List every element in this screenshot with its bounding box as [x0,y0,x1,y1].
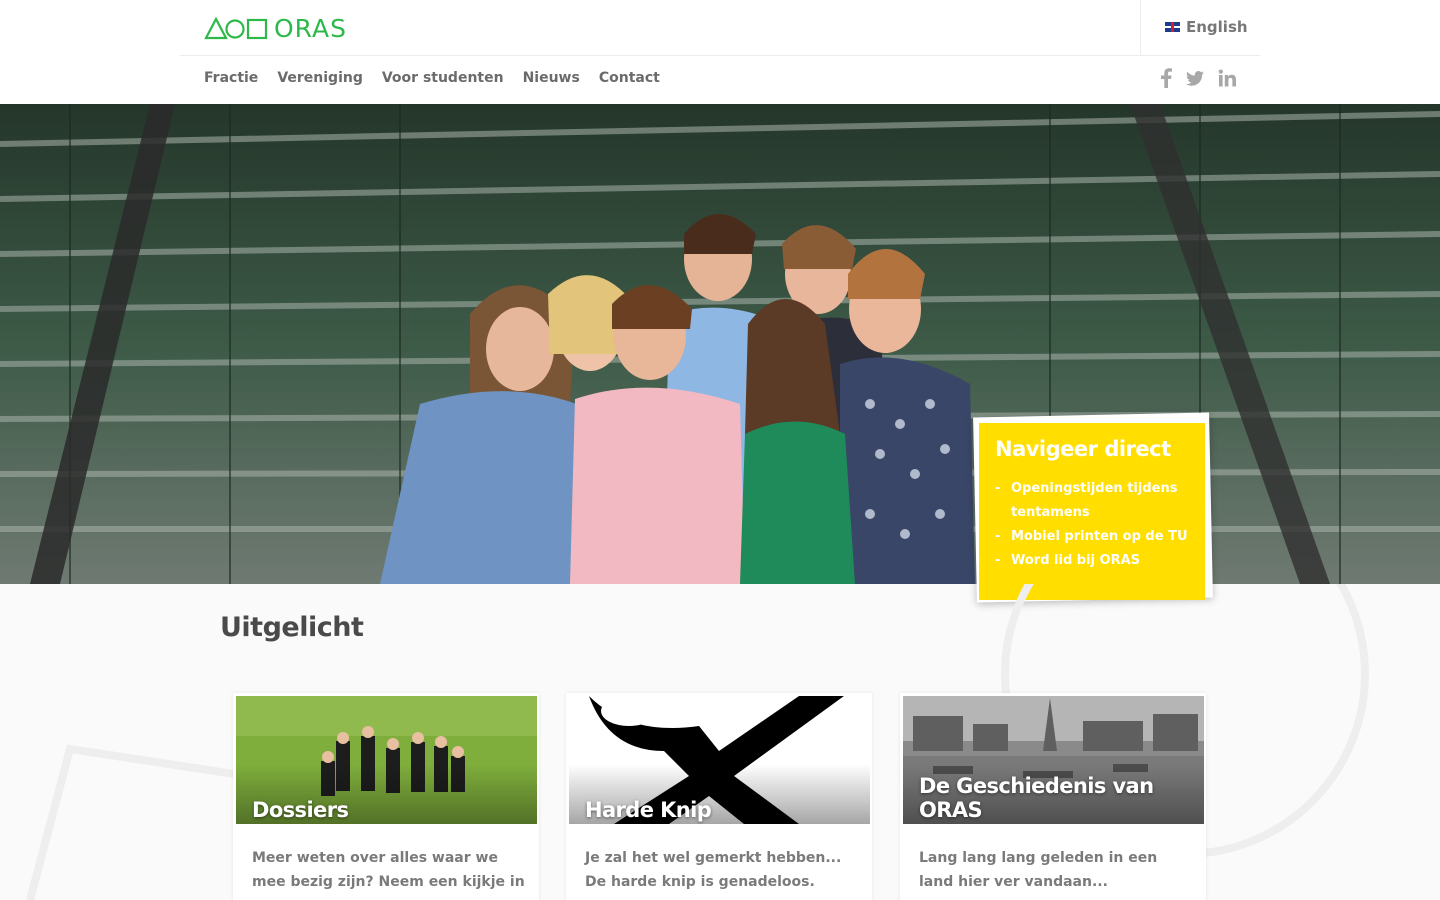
card-text: Lang lang lang geleden in een land hier … [919,850,1158,890]
quick-link-openingstijden[interactable]: Openingstijden tijdens tentamens [995,477,1189,525]
quick-nav-box: Navigeer direct Openingstijden tijdens t… [979,423,1205,600]
logo-mark-icon [204,16,268,40]
section-title: Uitgelicht [220,612,364,643]
card-title: Harde Knip [585,798,712,822]
oras-logo[interactable]: ORAS [204,13,348,43]
linkedin-icon[interactable] [1218,69,1236,92]
card-text: Meer weten over alles waar we mee bezig … [252,850,525,900]
language-switch[interactable]: English [1165,18,1248,36]
language-divider [1140,0,1141,55]
logo-text: ORAS [274,13,348,43]
nav-item-voor-studenten[interactable]: Voor studenten [382,70,504,86]
quick-link-word-lid[interactable]: Word lid bij ORAS [995,549,1189,573]
facebook-icon[interactable] [1160,68,1172,93]
card-harde-knip[interactable]: Harde Knip Je zal het wel gemerkt hebben… [566,693,872,900]
hero-banner [0,104,1440,584]
header-divider [180,55,1260,56]
nav-item-contact[interactable]: Contact [599,70,660,86]
main-nav: Fractie Vereniging Voor studenten Nieuws… [204,70,660,86]
card-title: De Geschiedenis van ORAS [919,774,1154,822]
quick-link-mobiel-printen[interactable]: Mobiel printen op de TU [995,525,1189,549]
hero-photo [0,104,1440,584]
card-image: De Geschiedenis van ORAS [903,696,1204,824]
nav-item-nieuws[interactable]: Nieuws [523,70,580,86]
language-label: English [1186,18,1248,36]
card-image: Dossiers [236,696,537,824]
card-dossiers[interactable]: Dossiers Meer weten over alles waar we m… [233,693,539,900]
quick-nav-title: Navigeer direct [995,437,1171,461]
quick-nav-list: Openingstijden tijdens tentamens Mobiel … [995,477,1189,573]
card-title: Dossiers [252,798,349,822]
card-image: Harde Knip [569,696,870,824]
site-header: ORAS English Fractie Vereniging Voor stu… [0,0,1440,104]
nav-item-fractie[interactable]: Fractie [204,70,258,86]
uk-flag-icon [1165,22,1180,32]
social-links [1160,68,1236,93]
card-text: Je zal het wel gemerkt hebben... De hard… [585,850,842,890]
card-geschiedenis[interactable]: De Geschiedenis van ORAS Lang lang lang … [900,693,1206,900]
twitter-icon[interactable] [1186,70,1204,91]
nav-item-vereniging[interactable]: Vereniging [277,70,363,86]
